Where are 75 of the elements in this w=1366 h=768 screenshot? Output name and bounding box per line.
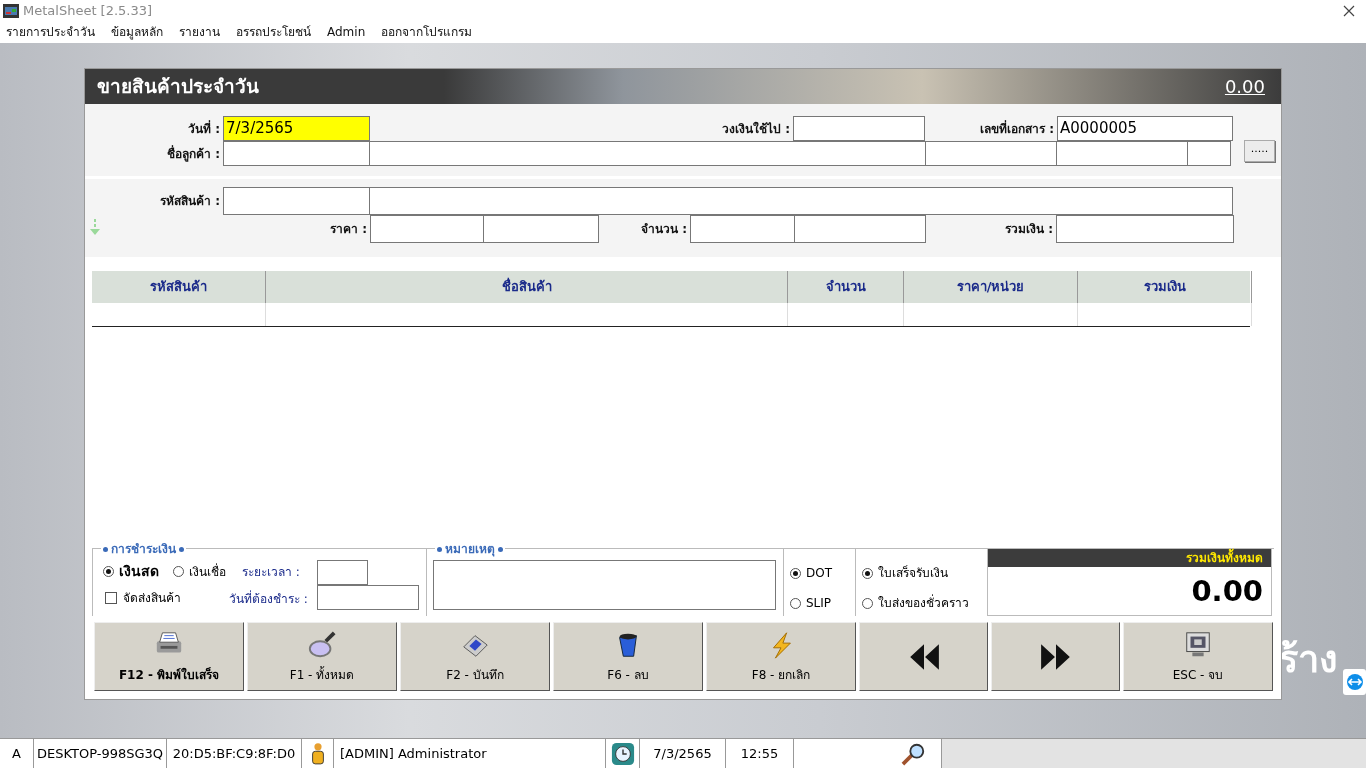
radio-button[interactable]: [790, 567, 801, 579]
toolbar-button[interactable]: F12 - พิมพ์ใบเสร็จ: [94, 622, 244, 691]
status-text: 12:55: [726, 739, 794, 768]
field-label: รวมเงิน :: [1004, 221, 1054, 238]
option-label: เงินสด: [119, 562, 159, 581]
toolbar-button[interactable]: F8 - ยกเลิก: [706, 622, 856, 691]
menu-item[interactable]: รายการประจำวัน: [6, 23, 95, 41]
option-label: SLIP: [806, 595, 832, 612]
toolbar-button[interactable]: ESC - จบ: [1123, 622, 1273, 691]
form-title: ขายสินค้าประจำวัน: [97, 74, 259, 100]
remarks-field[interactable]: [433, 560, 776, 610]
input-field[interactable]: [794, 215, 926, 243]
menu-item[interactable]: ข้อมูลหลัก: [111, 23, 163, 41]
field-label: เลขที่เอกสาร :: [979, 119, 1055, 138]
term-field[interactable]: [317, 560, 368, 585]
field-label: จำนวน :: [640, 221, 688, 238]
menu-item[interactable]: อรรถประโยชน์: [236, 23, 311, 41]
radio-button[interactable]: [790, 597, 801, 609]
input-field[interactable]: [1056, 215, 1234, 243]
input-field[interactable]: [223, 187, 370, 215]
toolbar-button[interactable]: F6 - ลบ: [553, 622, 703, 691]
down-arrow-icon: [89, 219, 101, 235]
clock-icon: [610, 741, 635, 766]
app-icon: [3, 3, 19, 18]
option-label: ใบส่งของชั่วคราว: [878, 594, 969, 612]
field-label: รหัสสินค้า :: [159, 193, 221, 210]
toolbar-button[interactable]: F2 - บันทึก: [400, 622, 550, 691]
input-field[interactable]: [370, 215, 484, 243]
status-text: DESKTOP-998SG3Q: [34, 739, 167, 768]
date-field[interactable]: 7/3/2565: [223, 116, 370, 141]
input-field[interactable]: [369, 187, 1233, 215]
menu-item[interactable]: Admin: [327, 23, 366, 41]
grand-total-value: 0.00: [1190, 573, 1264, 610]
radio-button[interactable]: [103, 566, 114, 577]
field-label: วงเงินใช้ไป :: [721, 120, 791, 138]
magnifier-icon: [307, 629, 337, 660]
status-text: 7/3/2565: [640, 739, 726, 768]
field-label: วันที่ :: [187, 119, 221, 138]
window-title: MetalSheet [2.5.33]: [23, 1, 153, 20]
input-field[interactable]: [1056, 141, 1188, 166]
field-label: ราคา :: [329, 221, 368, 238]
field-label: ชื่อลูกค้า :: [166, 144, 221, 164]
status-text: 20:D5:BF:C9:8F:D0: [167, 739, 302, 768]
option-label: DOT: [806, 565, 832, 582]
field-label: ระยะเวลา :: [242, 563, 300, 581]
background-text: ร้าง: [1278, 636, 1338, 683]
document-number-field[interactable]: A0000005: [1057, 116, 1233, 141]
lookup-button[interactable]: .....: [1244, 139, 1275, 162]
input-field[interactable]: [223, 141, 370, 166]
checkbox-label: จัดส่งสินค้า: [123, 590, 181, 607]
menu-item[interactable]: รายงาน: [179, 23, 220, 41]
toolbar-button[interactable]: F1 - ทั้งหมด: [247, 622, 397, 691]
radio-button[interactable]: [862, 567, 873, 579]
checkbox[interactable]: [105, 592, 117, 604]
radio-button[interactable]: [862, 597, 873, 609]
header-total: 0.00: [1224, 75, 1265, 99]
status-text: [ADMIN] Administrator: [334, 739, 606, 768]
input-field[interactable]: [483, 215, 599, 243]
remote-app-icon[interactable]: [1343, 669, 1366, 695]
grand-total-label: รวมเงินทั้งหมด: [988, 549, 1271, 567]
toolbar-button[interactable]: [859, 622, 988, 691]
menu-item[interactable]: ออกจากโปรแกรม: [381, 23, 473, 41]
radio-button[interactable]: [173, 566, 184, 577]
due-date-field[interactable]: [317, 585, 419, 610]
input-field[interactable]: [369, 141, 926, 166]
input-field[interactable]: [925, 141, 1057, 166]
toolbar-button[interactable]: [991, 622, 1120, 691]
input-field[interactable]: [690, 215, 795, 243]
option-label: ใบเสร็จรับเงิน: [878, 564, 948, 582]
option-label: เงินเชื่อ: [189, 562, 226, 581]
close-icon[interactable]: [1343, 4, 1355, 17]
input-field[interactable]: [793, 116, 925, 141]
status-text: A: [0, 739, 34, 768]
field-label: วันที่ต้องชำระ :: [229, 590, 308, 608]
input-field[interactable]: [1187, 141, 1231, 166]
